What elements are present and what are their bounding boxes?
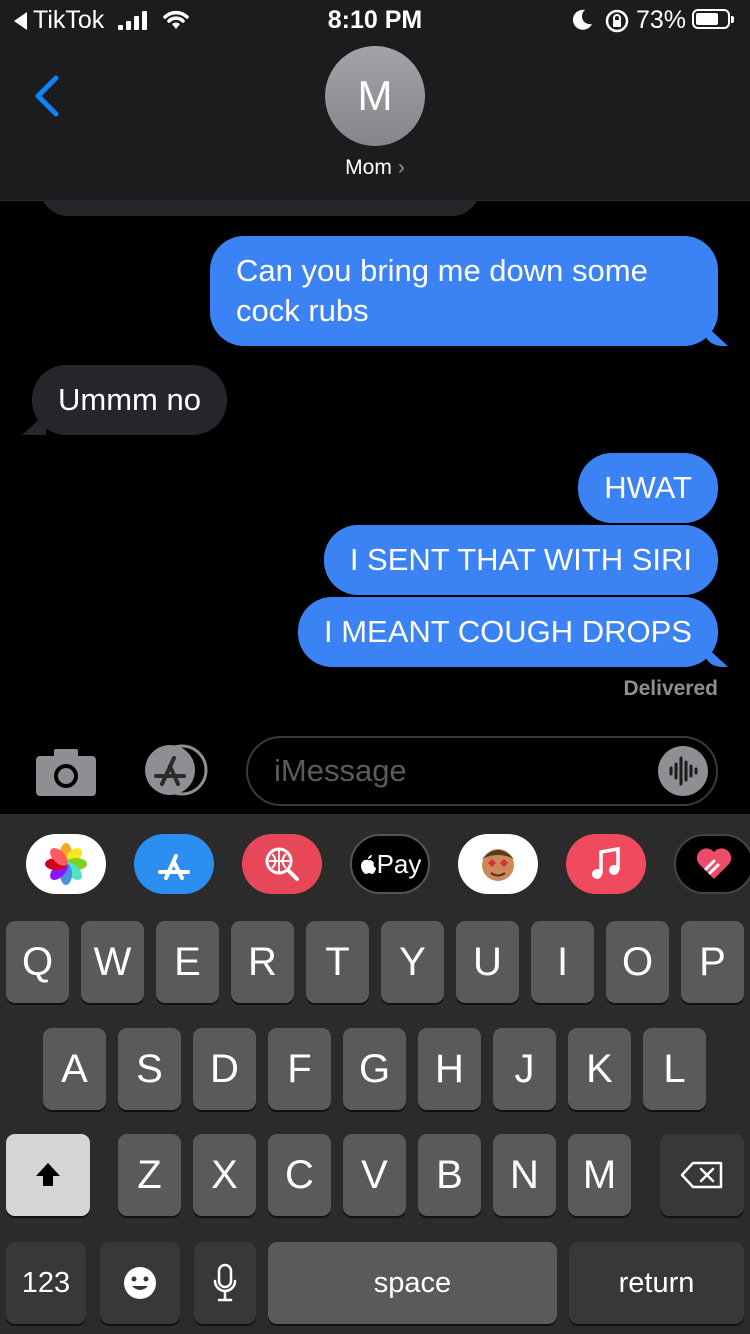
- message-line: Can you bring me down some: [236, 253, 648, 288]
- key-m[interactable]: M: [568, 1134, 631, 1216]
- camera-icon[interactable]: [34, 746, 98, 798]
- avatar-letter: M: [357, 72, 393, 119]
- apple-pay-label: Pay: [376, 848, 422, 879]
- key-p[interactable]: P: [681, 921, 744, 1003]
- previous-incoming-bubble: [40, 200, 480, 216]
- battery-percent: 73%: [636, 6, 687, 34]
- key-x[interactable]: X: [193, 1134, 256, 1216]
- app-store-icon[interactable]: [134, 834, 214, 894]
- message-line: Ummm no: [58, 382, 201, 417]
- return-key[interactable]: return: [569, 1242, 744, 1324]
- apple-pay-icon[interactable]: Pay: [350, 834, 430, 894]
- memoji-icon[interactable]: [458, 834, 538, 894]
- keyboard: Pay Q W E R T Y U I O P A S D F G H J K …: [0, 814, 750, 1334]
- key-y[interactable]: Y: [381, 921, 444, 1003]
- delete-key[interactable]: [660, 1134, 744, 1216]
- app-store-button-icon[interactable]: [140, 744, 210, 796]
- web-search-icon[interactable]: [242, 834, 322, 894]
- key-g[interactable]: G: [343, 1028, 406, 1110]
- key-w[interactable]: W: [81, 921, 144, 1003]
- key-z[interactable]: Z: [118, 1134, 181, 1216]
- app-drawer: Pay: [0, 834, 750, 896]
- key-s[interactable]: S: [118, 1028, 181, 1110]
- numbers-key[interactable]: 123: [6, 1242, 86, 1324]
- status-bar: TikTok 8:10 PM 73%: [0, 0, 750, 42]
- apple-logo-icon: [360, 855, 376, 874]
- compose-bar: iMessage: [0, 730, 750, 812]
- backspace-icon: [680, 1161, 723, 1189]
- microphone-icon: [213, 1263, 237, 1302]
- do-not-disturb-moon-icon: [572, 9, 592, 30]
- contact-name-button[interactable]: Mom ›: [0, 156, 750, 180]
- battery-icon: [692, 9, 734, 29]
- message-bubble[interactable]: Can you bring me down some cock rubs: [210, 236, 718, 346]
- back-chevron-icon[interactable]: [30, 74, 64, 118]
- key-c[interactable]: C: [268, 1134, 331, 1216]
- key-a[interactable]: A: [43, 1028, 106, 1110]
- message-bubble[interactable]: Ummm no: [32, 365, 227, 435]
- input-placeholder: iMessage: [274, 753, 407, 788]
- digital-touch-icon[interactable]: [674, 834, 750, 894]
- key-l[interactable]: L: [643, 1028, 706, 1110]
- message-line: I MEANT COUGH DROPS: [323, 614, 692, 649]
- message-bubble[interactable]: HWAT: [578, 453, 718, 523]
- dictation-key[interactable]: [194, 1242, 256, 1324]
- emoji-key[interactable]: [100, 1242, 180, 1324]
- chevron-right-icon: ›: [397, 156, 405, 179]
- shift-key[interactable]: [6, 1134, 90, 1216]
- message-thread[interactable]: Can you bring me down some cock rubs Umm…: [0, 200, 750, 720]
- key-b[interactable]: B: [418, 1134, 481, 1216]
- key-f[interactable]: F: [268, 1028, 331, 1110]
- key-i[interactable]: I: [531, 921, 594, 1003]
- key-e[interactable]: E: [156, 921, 219, 1003]
- message-bubble[interactable]: I MEANT COUGH DROPS: [297, 597, 718, 667]
- key-d[interactable]: D: [193, 1028, 256, 1110]
- contact-name: Mom: [345, 156, 392, 179]
- space-key[interactable]: space: [268, 1242, 557, 1324]
- message-line: cock rubs: [236, 293, 369, 328]
- key-k[interactable]: K: [568, 1028, 631, 1110]
- battery-fill: [696, 13, 718, 25]
- key-q[interactable]: Q: [6, 921, 69, 1003]
- key-u[interactable]: U: [456, 921, 519, 1003]
- audio-record-icon[interactable]: [658, 746, 708, 796]
- key-t[interactable]: T: [306, 921, 369, 1003]
- photos-app-icon[interactable]: [26, 834, 106, 894]
- key-o[interactable]: O: [606, 921, 669, 1003]
- key-j[interactable]: J: [493, 1028, 556, 1110]
- message-line: I SENT THAT WITH SIRI: [349, 542, 692, 577]
- delivered-status: Delivered: [623, 677, 718, 700]
- key-r[interactable]: R: [231, 921, 294, 1003]
- music-icon[interactable]: [566, 834, 646, 894]
- rotation-lock-icon: [605, 9, 629, 33]
- message-bubble[interactable]: I SENT THAT WITH SIRI: [323, 525, 718, 595]
- message-line: HWAT: [604, 470, 692, 505]
- imessage-input[interactable]: iMessage: [246, 736, 718, 806]
- contact-avatar[interactable]: M: [325, 46, 425, 146]
- key-n[interactable]: N: [493, 1134, 556, 1216]
- emoji-smiley-icon: [124, 1267, 156, 1299]
- shift-arrow-icon: [36, 1163, 60, 1186]
- key-v[interactable]: V: [343, 1134, 406, 1216]
- key-h[interactable]: H: [418, 1028, 481, 1110]
